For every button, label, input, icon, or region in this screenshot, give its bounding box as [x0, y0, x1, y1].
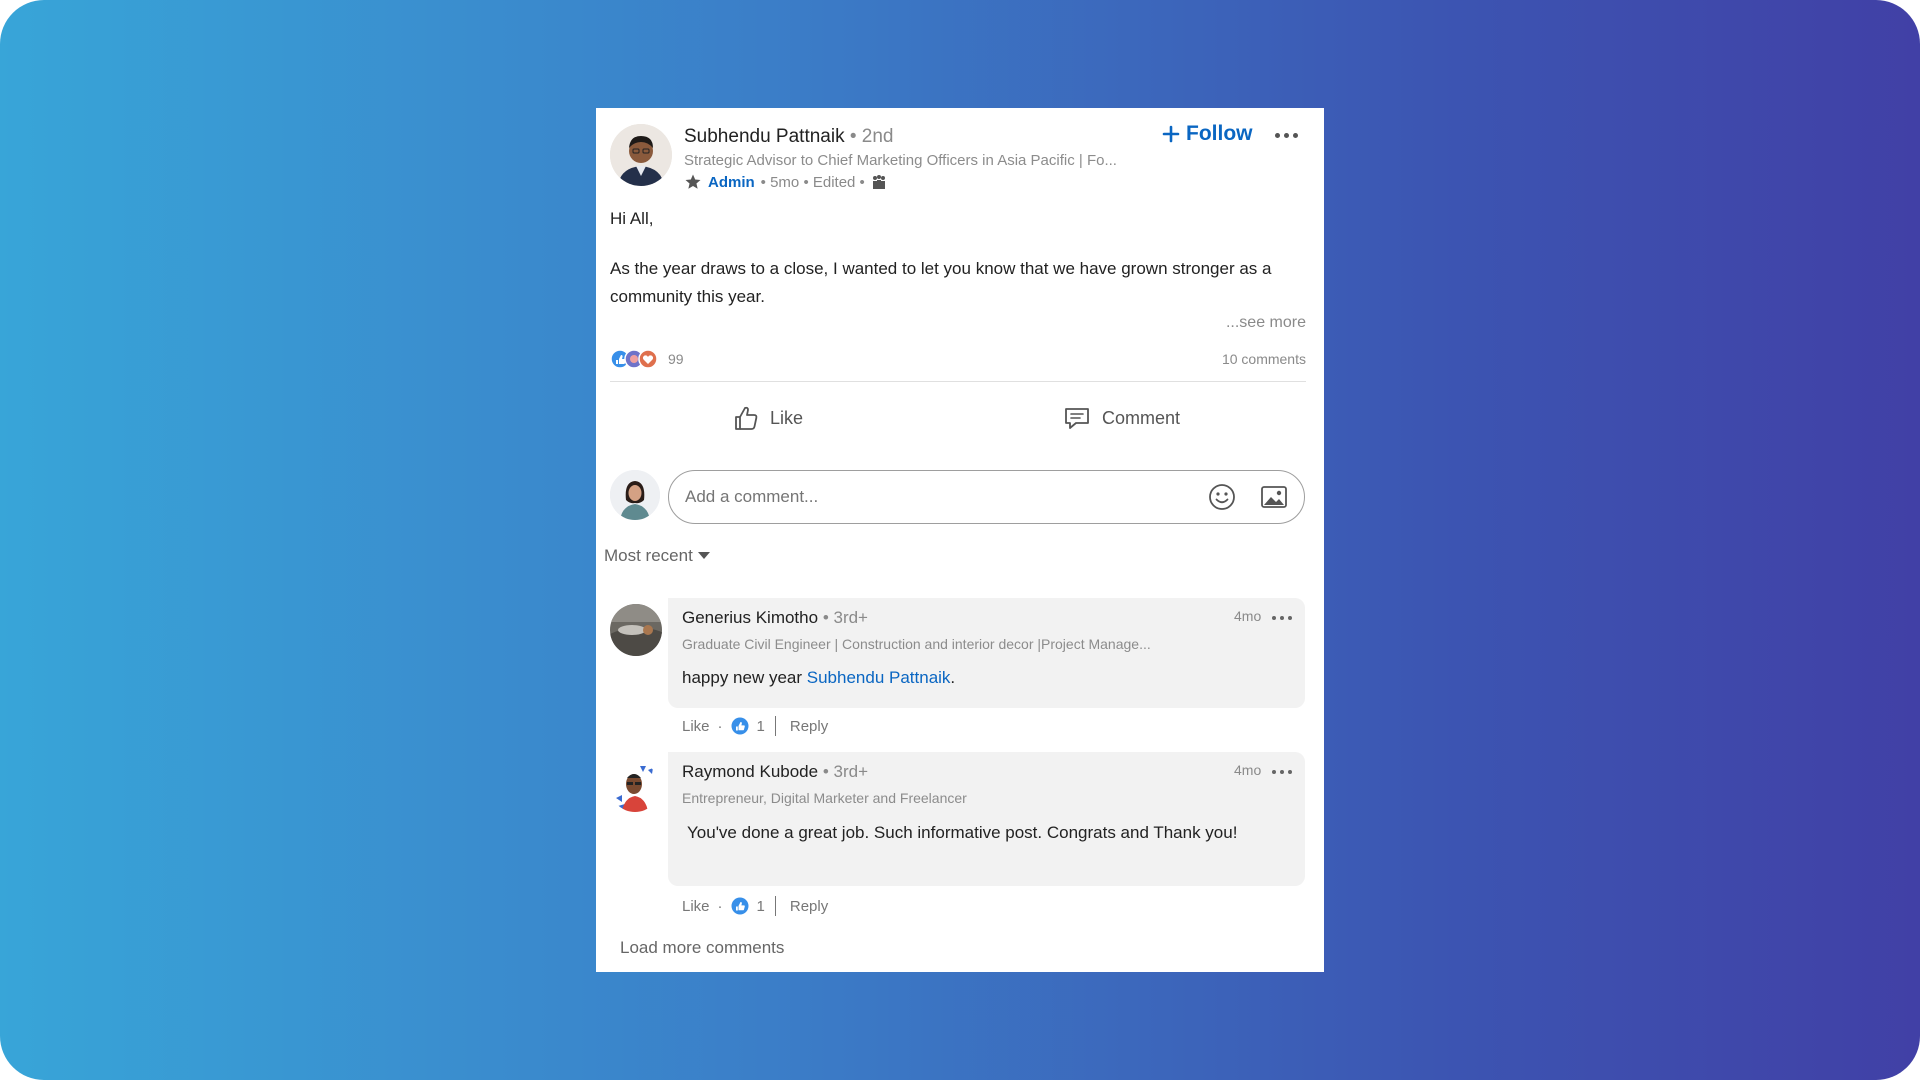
emoji-icon[interactable] [1207, 482, 1237, 512]
comment-bubble: Raymond Kubode • 3rd+ Entrepreneur, Digi… [668, 752, 1305, 886]
commenter-name[interactable]: Generius Kimotho [682, 608, 818, 627]
post-body: Hi All, As the year draws to a close, I … [610, 205, 1310, 311]
more-dot-icon [1293, 133, 1298, 138]
more-dot-icon [1288, 770, 1292, 774]
caret-down-icon [697, 552, 710, 559]
comment-actions: Like · 1 Reply [682, 896, 828, 916]
author-name-line: Subhendu Pattnaik • 2nd [684, 126, 1144, 148]
comments-count[interactable]: 10 comments [1222, 351, 1306, 367]
author-headline: Strategic Advisor to Chief Marketing Off… [684, 152, 1117, 169]
current-user-avatar[interactable] [610, 470, 660, 520]
separator-dot: · [717, 717, 723, 735]
more-dot-icon [1272, 770, 1276, 774]
commenter-degree: • 3rd+ [822, 608, 868, 627]
commenter-name[interactable]: Raymond Kubode [682, 762, 818, 781]
divider [610, 381, 1306, 382]
follow-label: Follow [1186, 122, 1253, 145]
comment-composer [668, 470, 1305, 524]
post-more-options-button[interactable] [1275, 133, 1298, 138]
post-greeting: Hi All, [610, 209, 654, 228]
comment-time: 4mo [1234, 762, 1262, 778]
current-user-avatar-image [610, 470, 660, 520]
post-paragraph: As the year draws to a close, I wanted t… [610, 259, 1272, 306]
divider [774, 896, 776, 916]
more-dot-icon [1275, 133, 1280, 138]
more-dot-icon [1288, 616, 1292, 620]
more-dot-icon [1284, 133, 1289, 138]
post-card: Subhendu Pattnaik • 2nd Strategic Adviso… [596, 108, 1324, 972]
comment-label: Comment [1102, 407, 1181, 428]
more-dot-icon [1280, 770, 1284, 774]
sort-dropdown[interactable]: Most recent [604, 546, 711, 566]
see-more-link[interactable]: ...see more [1226, 314, 1306, 332]
connections-icon [872, 175, 885, 189]
post-meta: • 5mo • Edited • [760, 173, 865, 191]
like-button[interactable]: Like [732, 404, 803, 432]
comment-text-part: happy new year [682, 668, 807, 687]
reply-button[interactable]: Reply [790, 898, 828, 915]
comment-bubble: Generius Kimotho • 3rd+ Graduate Civil E… [668, 598, 1305, 708]
commenter-avatar[interactable] [610, 762, 660, 812]
comment-like-button[interactable]: Like [682, 898, 710, 915]
comment-like-count: 1 [756, 717, 765, 735]
image-icon[interactable] [1259, 482, 1289, 512]
commenter-avatar-image [610, 604, 662, 656]
follow-button[interactable]: Follow [1162, 122, 1253, 146]
thumbs-up-icon [735, 406, 758, 430]
comment-more-options-button[interactable] [1272, 616, 1292, 620]
reaction-icons [610, 349, 658, 369]
comment-like-count: 1 [756, 897, 765, 915]
separator-dot: · [717, 897, 723, 915]
gradient-background: Subhendu Pattnaik • 2nd Strategic Adviso… [0, 0, 1920, 1080]
author-avatar-image [610, 124, 672, 186]
plus-icon [1162, 125, 1180, 143]
comment-input[interactable] [683, 486, 1187, 508]
reactions-count: 99 [668, 351, 684, 367]
author-degree: • 2nd [849, 126, 894, 147]
reactions-summary[interactable]: 99 [610, 348, 684, 370]
commenter-headline: Graduate Civil Engineer | Construction a… [682, 636, 1151, 652]
comment-actions: Like · 1 Reply [682, 716, 828, 736]
commenter-name-line: Raymond Kubode • 3rd+ [682, 762, 868, 782]
comment-text: happy new year Subhendu Pattnaik. [682, 668, 955, 688]
sort-label: Most recent [604, 546, 693, 565]
like-reaction-icon [731, 897, 749, 915]
commenter-avatar[interactable] [610, 604, 662, 656]
author-meta-line: Admin • 5mo • Edited • [684, 173, 1144, 191]
comment-icon [1065, 408, 1089, 429]
star-icon [685, 174, 701, 189]
divider [774, 716, 776, 736]
like-label: Like [770, 407, 804, 428]
more-dot-icon [1280, 616, 1284, 620]
commenter-avatar-image [610, 762, 660, 812]
comment-more-options-button[interactable] [1272, 770, 1292, 774]
mention-link[interactable]: Subhendu Pattnaik [807, 668, 951, 687]
more-dot-icon [1272, 616, 1276, 620]
comment-like-button[interactable]: Like [682, 718, 710, 735]
comment-text-part: . [950, 668, 956, 687]
commenter-name-line: Generius Kimotho • 3rd+ [682, 608, 868, 628]
comment-text: You've done a great job. Such informativ… [687, 823, 1238, 842]
load-more-comments-button[interactable]: Load more comments [620, 938, 784, 958]
comment-time: 4mo [1234, 608, 1262, 624]
admin-badge: Admin [708, 173, 755, 191]
author-avatar[interactable] [610, 124, 672, 186]
like-reaction-icon [731, 717, 749, 735]
author-header: Subhendu Pattnaik • 2nd Strategic Adviso… [684, 126, 1144, 191]
reply-button[interactable]: Reply [790, 718, 828, 735]
author-name[interactable]: Subhendu Pattnaik [684, 126, 845, 147]
commenter-headline: Entrepreneur, Digital Marketer and Freel… [682, 790, 967, 806]
commenter-degree: • 3rd+ [822, 762, 869, 781]
comment-button[interactable]: Comment [1062, 404, 1180, 432]
